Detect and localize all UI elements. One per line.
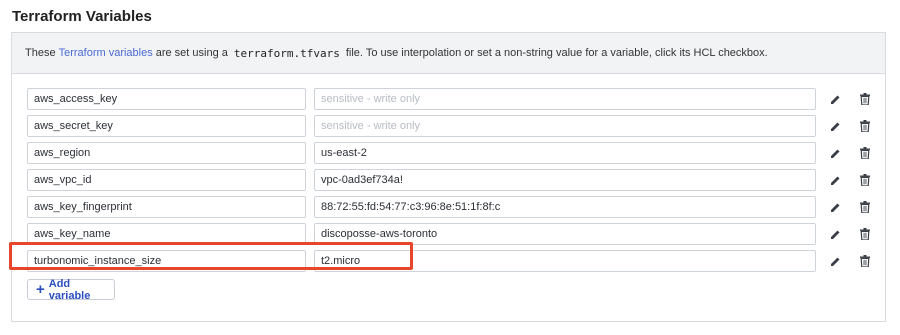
- plus-icon: +: [36, 281, 45, 298]
- trash-icon[interactable]: [857, 226, 873, 242]
- info-banner: These Terraform variables are set using …: [12, 33, 885, 74]
- variable-key-input[interactable]: aws_key_name: [27, 223, 306, 245]
- page-title: Terraform Variables: [12, 8, 152, 25]
- terraform-variables-link[interactable]: Terraform variables: [59, 47, 153, 59]
- variable-value-input[interactable]: us-east-2: [314, 142, 816, 164]
- variable-key-input[interactable]: aws_access_key: [27, 88, 306, 110]
- pencil-icon[interactable]: [827, 172, 843, 188]
- pencil-icon[interactable]: [827, 91, 843, 107]
- variable-key-input[interactable]: aws_vpc_id: [27, 169, 306, 191]
- tfvars-filename: terraform.tfvars: [233, 46, 340, 60]
- variable-key-input[interactable]: aws_region: [27, 142, 306, 164]
- variable-row: aws_key_name discoposse-aws-toronto: [27, 223, 872, 245]
- trash-icon[interactable]: [857, 172, 873, 188]
- trash-icon[interactable]: [857, 118, 873, 134]
- variable-value-input[interactable]: vpc-0ad3ef734a!: [314, 169, 816, 191]
- info-suffix: file. To use interpolation or set a non-…: [345, 47, 768, 59]
- pencil-icon[interactable]: [827, 199, 843, 215]
- variable-value-input[interactable]: 88:72:55:fd:54:77:c3:96:8e:51:1f:8f:c: [314, 196, 816, 218]
- pencil-icon[interactable]: [827, 226, 843, 242]
- variable-value-input[interactable]: t2.micro: [314, 250, 816, 272]
- variable-key-input[interactable]: turbonomic_instance_size: [27, 250, 306, 272]
- add-variable-button[interactable]: + Add variable: [27, 277, 115, 302]
- variable-key-input[interactable]: aws_key_fingerprint: [27, 196, 306, 218]
- pencil-icon[interactable]: [827, 253, 843, 269]
- variable-row: turbonomic_instance_size t2.micro: [27, 250, 872, 272]
- variable-row: aws_region us-east-2: [27, 142, 872, 164]
- trash-icon[interactable]: [857, 199, 873, 215]
- info-prefix: These: [25, 47, 56, 59]
- pencil-icon[interactable]: [827, 118, 843, 134]
- variable-row: aws_key_fingerprint 88:72:55:fd:54:77:c3…: [27, 196, 872, 218]
- variable-key-input[interactable]: aws_secret_key: [27, 115, 306, 137]
- variable-row: aws_vpc_id vpc-0ad3ef734a!: [27, 169, 872, 191]
- variables-panel: These Terraform variables are set using …: [11, 32, 886, 322]
- pencil-icon[interactable]: [827, 145, 843, 161]
- variable-value-input[interactable]: discoposse-aws-toronto: [314, 223, 816, 245]
- info-middle: are set using a: [155, 47, 228, 59]
- add-variable-label: Add variable: [48, 277, 91, 302]
- variable-value-input[interactable]: sensitive - write only: [314, 88, 816, 110]
- variable-value-input[interactable]: sensitive - write only: [314, 115, 816, 137]
- trash-icon[interactable]: [857, 253, 873, 269]
- trash-icon[interactable]: [857, 91, 873, 107]
- trash-icon[interactable]: [857, 145, 873, 161]
- variable-row: aws_secret_key sensitive - write only: [27, 115, 872, 137]
- variable-row: aws_access_key sensitive - write only: [27, 88, 872, 110]
